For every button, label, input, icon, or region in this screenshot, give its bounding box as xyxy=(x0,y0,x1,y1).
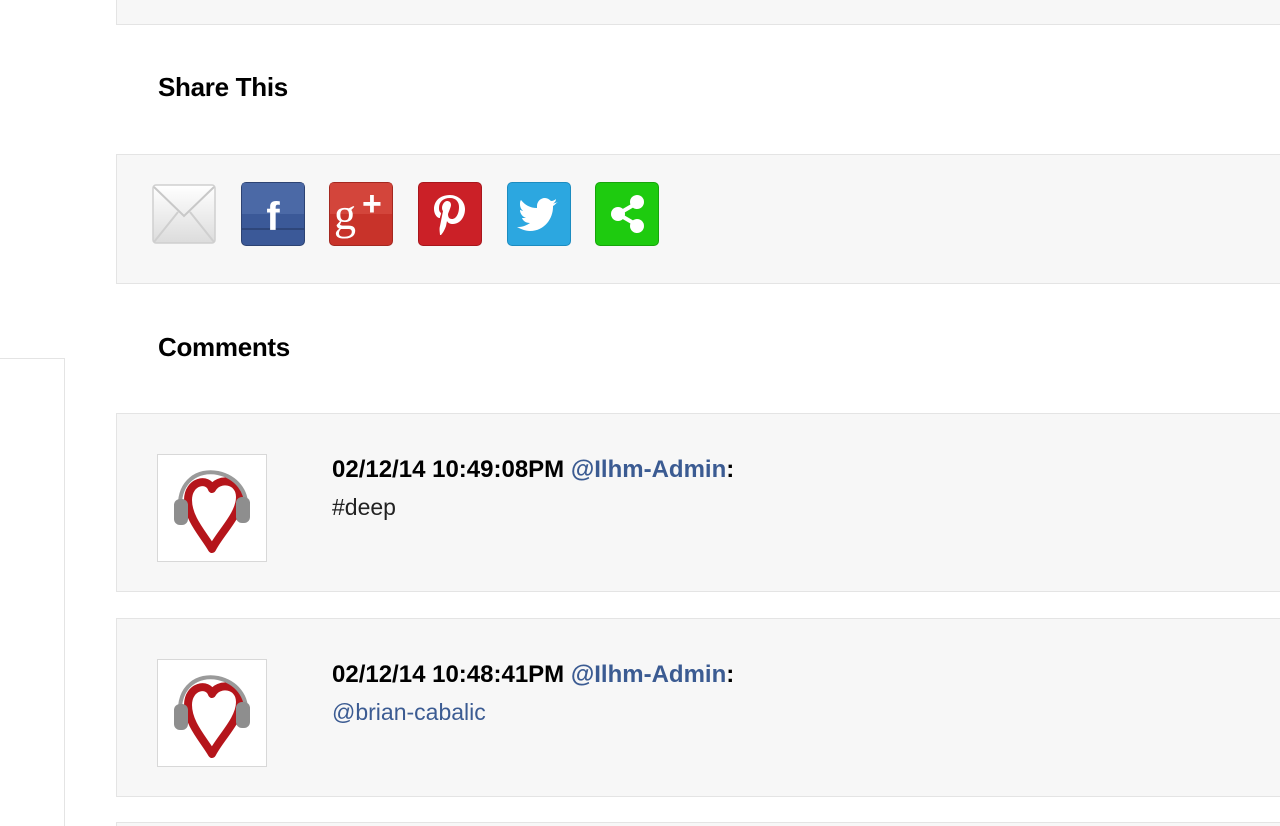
comment-timestamp: 02/12/14 10:49:08PM xyxy=(332,456,565,483)
comment-timestamp: 02/12/14 10:48:41PM xyxy=(332,661,565,688)
facebook-icon: f xyxy=(242,183,304,239)
comment-author-separator: : xyxy=(726,661,735,688)
heart-headphones-logo-icon xyxy=(174,675,250,758)
comment-item xyxy=(116,822,1280,826)
pinterest-share-button[interactable] xyxy=(418,182,482,246)
avatar[interactable] xyxy=(157,454,267,562)
twitter-share-button[interactable] xyxy=(507,182,571,246)
heart-headphones-logo-icon xyxy=(174,470,250,553)
share-section-title: Share This xyxy=(158,72,288,102)
comment-author-link[interactable]: @Ilhm-Admin xyxy=(571,456,726,483)
svg-text:f: f xyxy=(266,195,280,239)
comment-item: 02/12/14 10:48:41PM @Ilhm-Admin: @brian-… xyxy=(116,618,1280,797)
comment-item: 02/12/14 10:49:08PM @Ilhm-Admin: #deep xyxy=(116,413,1280,592)
comment-author-link[interactable]: @Ilhm-Admin xyxy=(571,661,726,688)
avatar[interactable] xyxy=(157,659,267,767)
left-sidebar-panel xyxy=(0,358,65,826)
comment-meta: 02/12/14 10:49:08PM @Ilhm-Admin: xyxy=(332,456,734,484)
google-plus-icon: g + xyxy=(330,183,392,239)
comment-meta: 02/12/14 10:48:41PM @Ilhm-Admin: xyxy=(332,661,734,689)
google-plus-share-button[interactable]: g + xyxy=(329,182,393,246)
comment-body: #deep xyxy=(332,494,396,520)
comments-section-title: Comments xyxy=(158,332,290,362)
generic-share-button[interactable] xyxy=(595,182,659,246)
comment-mention-link[interactable]: @brian-cabalic xyxy=(332,699,486,726)
share-icon xyxy=(611,195,644,233)
svg-text:+: + xyxy=(362,185,382,223)
share-bar: f g + xyxy=(116,154,1280,284)
pinterest-icon xyxy=(434,195,465,235)
email-icon xyxy=(152,184,216,244)
email-share-button[interactable] xyxy=(152,182,216,246)
comment-author-separator: : xyxy=(726,456,735,483)
svg-text:g: g xyxy=(334,190,356,239)
facebook-share-button[interactable]: f xyxy=(241,182,305,246)
twitter-icon xyxy=(517,198,558,231)
page: Share This f g + Comments 02/12/14 10:49… xyxy=(0,0,1280,826)
top-content-panel xyxy=(116,0,1280,25)
